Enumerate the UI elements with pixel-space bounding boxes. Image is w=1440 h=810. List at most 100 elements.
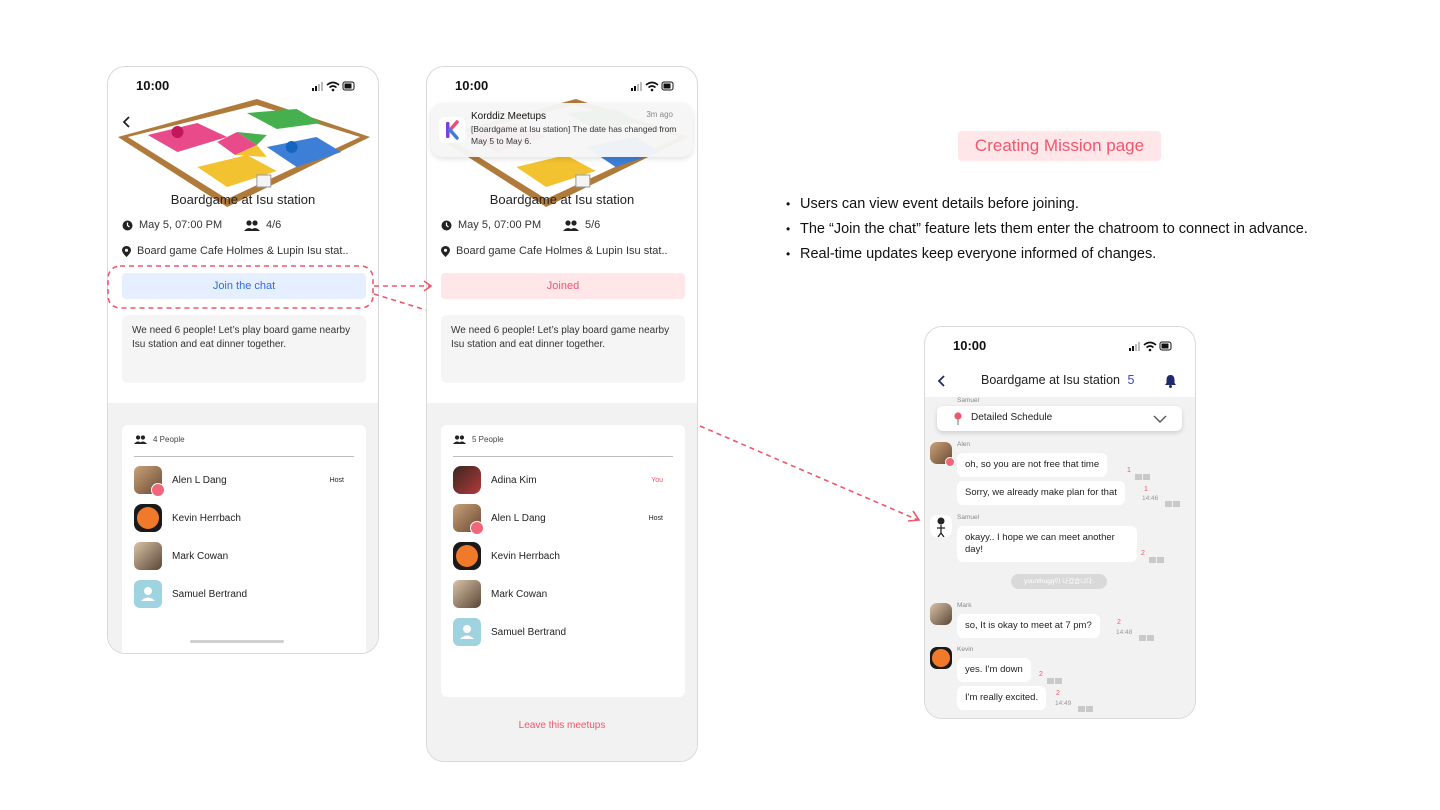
event-description: We need 6 people! Let’s play board game … [122, 315, 366, 383]
event-location: Board game Cafe Holmes & Lupin Isu stat.… [137, 245, 349, 257]
people-icon [453, 435, 466, 444]
chevron-down-icon[interactable] [1153, 415, 1167, 423]
divider [134, 456, 354, 457]
unread-count: 2 [1117, 619, 1121, 626]
event-count-row: 4/6 [244, 219, 281, 231]
bell-icon[interactable] [1164, 374, 1177, 388]
avatar-samuel-default [134, 580, 162, 608]
people-icon [244, 219, 260, 231]
user-placeholder-icon [141, 587, 155, 601]
list-item[interactable]: Kevin Herrbach [134, 503, 354, 533]
you-tag: You [651, 476, 663, 484]
push-notification[interactable]: Korddiz Meetups 3m ago [Boardgame at Isu… [431, 103, 693, 157]
sender-name: Samuel [957, 514, 980, 521]
people-card: 5 People Adina Kim You Alen L Dang Host … [441, 425, 685, 697]
avatar-samuel[interactable] [930, 515, 952, 537]
avatar-mark [453, 580, 481, 608]
leave-meetup-link[interactable]: Leave this meetups [427, 720, 697, 731]
clock-icon [441, 220, 452, 230]
section-heading: Creating Mission page [958, 131, 1161, 161]
unread-count: 1 [1127, 467, 1131, 474]
chat-member-count: 5 [1127, 373, 1135, 387]
avatar-kevin[interactable] [930, 647, 952, 669]
partial-sender-name: Samuel [957, 397, 980, 404]
list-item[interactable]: Adina Kim You [453, 465, 673, 495]
status-time: 10:00 [953, 338, 987, 353]
chat-message: yes. I'm down [957, 658, 1031, 682]
back-chevron-icon[interactable] [120, 115, 134, 129]
event-date: May 5, 07:00 PM [458, 219, 542, 231]
translate-badge[interactable] [1077, 700, 1093, 718]
avatar-alen[interactable] [930, 442, 955, 467]
participant-count: 4/6 [266, 219, 282, 231]
translate-badge[interactable] [1046, 672, 1062, 690]
avatar-mark[interactable] [930, 603, 952, 625]
person-name: Adina Kim [491, 474, 537, 486]
joined-event-screen: 10:00 Korddiz Meetups 3m ago [Boardgame … [426, 66, 698, 762]
chat-message: okayy.. I hope we can meet another day! [957, 526, 1137, 562]
bullet-item: The “Join the chat” feature lets them en… [786, 219, 1308, 244]
avatar-kevin [453, 542, 481, 570]
back-chevron-icon[interactable] [935, 374, 949, 388]
host-crown-icon [945, 457, 955, 467]
message-time: 14:46 [1142, 495, 1159, 502]
list-item[interactable]: Mark Cowan [134, 541, 354, 571]
divider [453, 456, 673, 457]
chatroom-screen: 10:00 Boardgame at Isu station 5 Samuel … [924, 326, 1196, 719]
person-name: Mark Cowan [172, 550, 229, 562]
list-item[interactable]: Samuel Bertrand [134, 579, 354, 609]
bullet-item: Real-time updates keep everyone informed… [786, 244, 1308, 269]
status-bar: 10:00 [427, 67, 697, 103]
notification-app-name: Korddiz Meetups [471, 111, 547, 122]
avatar-alen [134, 466, 165, 497]
event-title: Boardgame at Isu station [489, 192, 635, 207]
people-icon [134, 435, 147, 444]
list-item[interactable]: Alen L Dang Host [134, 465, 354, 497]
chat-message: oh, so you are not free that time [957, 453, 1108, 477]
event-detail-screen: 10:00 Boardgame at Isu station May 5, 07… [107, 66, 379, 654]
unread-count: 2 [1141, 550, 1145, 557]
pinned-schedule-bar[interactable]: Detailed Schedule [937, 406, 1182, 431]
user-placeholder-icon [460, 625, 474, 639]
chat-title: Boardgame at Isu station 5 [981, 373, 1134, 387]
person-name: Samuel Bertrand [491, 626, 567, 638]
list-item[interactable]: Alen L Dang Host [453, 503, 673, 535]
status-icons [1129, 341, 1172, 352]
unread-count: 2 [1056, 690, 1060, 697]
unread-count: 2 [1039, 671, 1043, 678]
event-date-row: May 5, 07:00 PM [441, 219, 541, 231]
pin-icon [954, 412, 962, 425]
list-item[interactable]: Kevin Herrbach [453, 541, 673, 571]
person-name: Kevin Herrbach [491, 550, 560, 562]
participant-count: 5/6 [585, 219, 601, 231]
people-count-label: 4 People [153, 435, 185, 444]
status-bar: 10:00 [925, 327, 1195, 363]
translate-badge[interactable] [1148, 551, 1164, 569]
list-item[interactable]: Mark Cowan [453, 579, 673, 609]
event-date: May 5, 07:00 PM [139, 219, 223, 231]
korddiz-app-icon [439, 117, 465, 143]
translate-badge[interactable] [1134, 468, 1150, 486]
arrow-to-chat [699, 425, 919, 521]
people-icon [563, 219, 579, 231]
translate-badge[interactable] [1164, 495, 1180, 513]
join-chat-button[interactable]: Join the chat [122, 273, 366, 299]
pinned-title: Detailed Schedule [971, 412, 1053, 423]
translate-badge[interactable] [1138, 629, 1154, 647]
person-name: Samuel Bertrand [172, 588, 248, 600]
chat-title-text: Boardgame at Isu station [981, 373, 1120, 387]
people-header: 5 People [453, 435, 504, 444]
event-description: We need 6 people! Let’s play board game … [441, 315, 685, 383]
chat-message: so, It is okay to meet at 7 pm? [957, 614, 1100, 638]
joined-button[interactable]: Joined [441, 273, 685, 299]
location-pin-icon [441, 245, 450, 257]
sender-name: Kevin [957, 646, 974, 653]
people-header: 4 People [134, 435, 185, 444]
person-name: Kevin Herrbach [172, 512, 241, 524]
person-name: Alen L Dang [172, 474, 227, 486]
list-item[interactable]: Samuel Bertrand [453, 617, 673, 647]
arrow-down-from-join [373, 293, 427, 311]
sender-name: Mark [957, 602, 972, 609]
event-location-row: Board game Cafe Holmes & Lupin Isu stat.… [441, 245, 668, 257]
chat-message: Sorry, we already make plan for that [957, 481, 1125, 505]
